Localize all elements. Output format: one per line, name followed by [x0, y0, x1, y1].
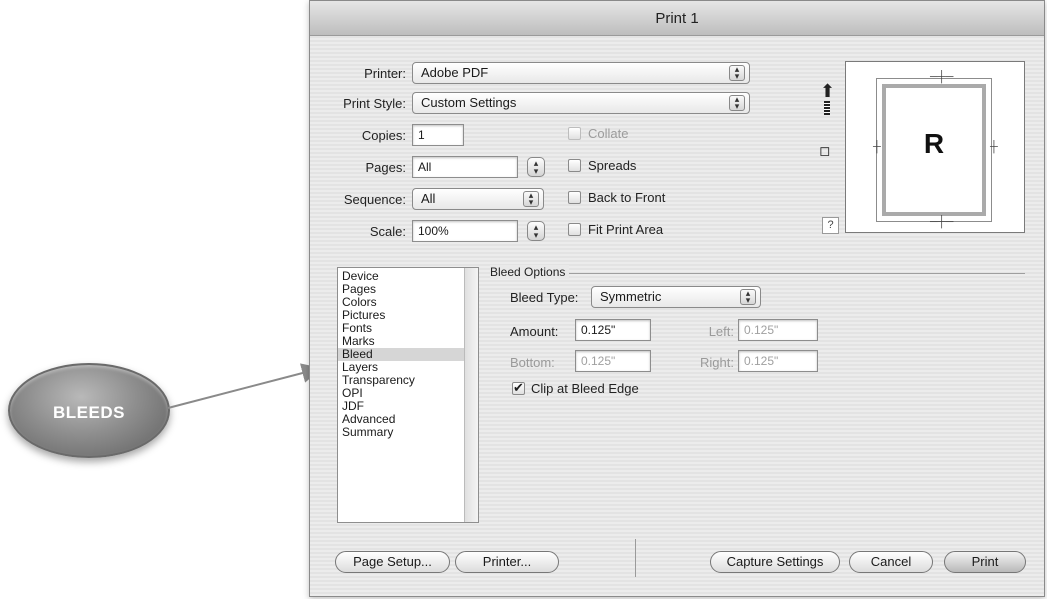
spreads-checkbox[interactable] — [568, 159, 581, 172]
window-title: Print 1 — [310, 1, 1044, 36]
scale-label: Scale: — [369, 224, 406, 239]
bottom-field[interactable]: 0.125" — [575, 350, 651, 372]
pages-stepper[interactable]: ▴ ▾ — [527, 157, 545, 177]
fit-print-area-checkbox[interactable] — [568, 223, 581, 236]
registration-mark-bottom: ─┼─ — [930, 216, 954, 228]
printer-label: Printer: — [364, 66, 406, 81]
sidebar-item-summary[interactable]: Summary — [338, 426, 465, 439]
sequence-popup[interactable]: All ▴ ▾ — [412, 188, 544, 210]
copies-label: Copies: — [361, 128, 406, 143]
popup-arrows-icon: ▴ ▾ — [740, 289, 756, 305]
collate-label: Collate — [588, 126, 629, 141]
print-style-popup[interactable]: Custom Settings ▴ ▾ — [412, 92, 750, 114]
button-separator — [635, 539, 636, 577]
collate-checkbox[interactable] — [568, 127, 581, 140]
fit-print-area-label: Fit Print Area — [588, 222, 664, 237]
bleed-type-popup[interactable]: Symmetric ▴ ▾ — [591, 286, 761, 308]
help-button[interactable]: ? — [822, 217, 839, 234]
pages-label: Pages: — [365, 160, 406, 175]
left-field[interactable]: 0.125" — [738, 319, 818, 341]
clip-at-bleed-edge-label: Clip at Bleed Edge — [531, 381, 639, 396]
sequence-label: Sequence: — [343, 192, 406, 207]
print-style-value: Custom Settings — [421, 95, 517, 110]
callout-label: BLEEDS — [53, 403, 125, 422]
popup-arrows-icon: ▴ ▾ — [729, 95, 745, 111]
callout-bubble: BLEEDS — [8, 363, 170, 458]
back-to-front-label: Back to Front — [588, 190, 666, 205]
sequence-value: All — [421, 191, 436, 206]
registration-mark-left: ┼ — [873, 141, 881, 153]
right-label: Right: — [700, 355, 734, 370]
pages-field[interactable]: All — [412, 156, 518, 178]
orientation-bar-icon — [824, 101, 830, 115]
preview-letter: R — [923, 128, 945, 159]
print-button[interactable]: Print — [944, 551, 1026, 573]
back-to-front-checkbox[interactable] — [568, 191, 581, 204]
orientation-upright-icon[interactable]: ⬆ — [820, 81, 835, 102]
scale-field[interactable]: 100% — [412, 220, 518, 242]
printer-value: Adobe PDF — [421, 65, 489, 80]
registration-mark-top: ─┼─ — [930, 71, 954, 83]
copies-field[interactable]: 1 — [412, 124, 464, 146]
popup-arrows-icon: ▴ ▾ — [729, 65, 745, 81]
amount-label: Amount: — [510, 324, 559, 339]
bleed-type-value: Symmetric — [600, 289, 662, 304]
capture-settings-button[interactable]: Capture Settings — [710, 551, 840, 573]
list-scrollbar[interactable] — [464, 268, 478, 522]
page-setup-button[interactable]: Page Setup... — [335, 551, 450, 573]
clip-at-bleed-edge-checkbox[interactable] — [512, 380, 525, 396]
registration-mark-right: ┼ — [990, 141, 998, 153]
page-preview: R ─┼─ ─┼─ ┼ ┼ — [845, 61, 1025, 233]
bottom-label: Bottom: — [510, 355, 555, 370]
left-label: Left: — [708, 324, 734, 339]
cancel-button[interactable]: Cancel — [849, 551, 933, 573]
stage: BLEEDS Print 1 Printer: Adobe PDF ▴ ▾ Pri… — [0, 0, 1047, 599]
bleed-type-label: Bleed Type: — [510, 290, 579, 305]
printer-button[interactable]: Printer... — [455, 551, 559, 573]
spreads-label: Spreads — [588, 158, 637, 173]
preview-page: R — [882, 84, 986, 216]
printer-popup[interactable]: Adobe PDF ▴ ▾ — [412, 62, 750, 84]
bleed-options-title: Bleed Options — [490, 265, 570, 279]
print-dialog: Print 1 Printer: Adobe PDF ▴ ▾ Print Styl… — [309, 0, 1045, 597]
print-style-label: Print Style: — [343, 96, 406, 111]
amount-field[interactable]: 0.125" — [575, 319, 651, 341]
section-divider — [490, 273, 1025, 274]
right-field[interactable]: 0.125" — [738, 350, 818, 372]
scale-stepper[interactable]: ▴ ▾ — [527, 221, 545, 241]
panel-list[interactable]: Device Pages Colors Pictures Fonts Marks… — [337, 267, 479, 523]
orientation-rotate-icon[interactable]: ◇ — [813, 140, 836, 163]
popup-arrows-icon: ▴ ▾ — [523, 191, 539, 207]
